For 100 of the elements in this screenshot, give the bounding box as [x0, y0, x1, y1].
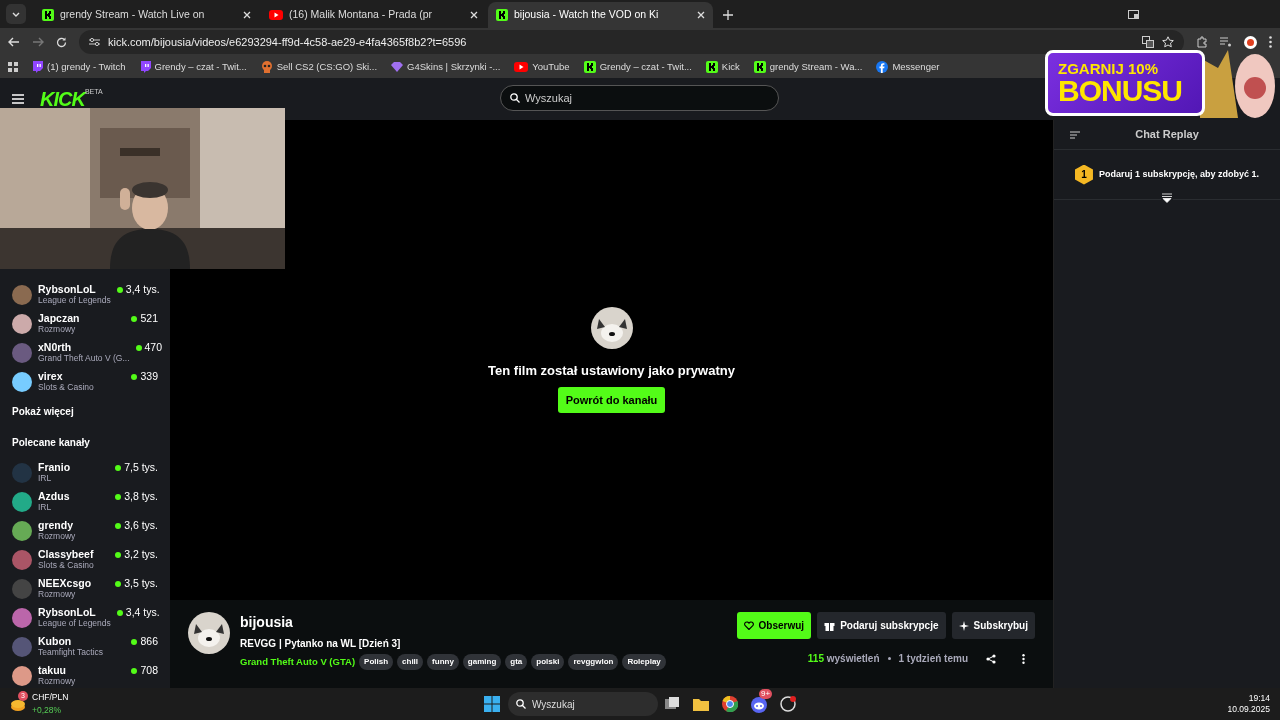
channel-category: League of Legends [38, 295, 111, 306]
live-dot [131, 638, 138, 645]
channel-avatar [12, 462, 32, 483]
currency-change: +0,28% [32, 704, 63, 717]
private-video-message: Ten film został ustawiony jako prywatny [488, 362, 735, 380]
search-icon [516, 699, 526, 709]
currency-pair: CHF/PLN [32, 691, 69, 704]
bookmark[interactable]: Kick [705, 59, 740, 75]
tag[interactable]: chill [397, 654, 424, 670]
browser-tab[interactable]: (16) Malik Montana - Prada (pr [261, 2, 486, 28]
channel-avatar [12, 549, 32, 570]
channel-avatar-icon [188, 612, 230, 654]
gift-icon [824, 620, 836, 631]
tag[interactable]: revggwlon [568, 654, 619, 670]
viewer-count: 3,2 tys. [124, 547, 158, 562]
browser-tab[interactable]: bijousia - Watch the VOD on Ki [488, 2, 713, 28]
channel-name: virex [38, 370, 64, 383]
gem-icon [391, 62, 404, 72]
channel-avatar [12, 636, 32, 657]
bookmark[interactable]: Sell CS2 (CS:GO) Ski... [260, 59, 378, 75]
heart-icon [743, 621, 754, 630]
forward-arrow-icon [32, 37, 44, 47]
taskbar-search[interactable]: Wyszukaj [508, 692, 658, 716]
channel-name: RybsonLoL [38, 606, 96, 619]
kick-logo-icon [583, 61, 596, 73]
channel-name[interactable]: bijousia [240, 612, 666, 633]
address-bar[interactable]: kick.com/bijousia/videos/e6293294-ff9d-4c58-ae29-e4fa4365f8b2?t=6596 [79, 30, 1184, 54]
channel-avatar [12, 607, 32, 628]
browser-tab[interactable]: grendy Stream - Watch Live on [34, 2, 259, 28]
twitch-logo-icon [32, 61, 43, 73]
chevron-down-icon [12, 11, 20, 17]
channel-name: RybsonLoL [38, 283, 96, 296]
tab-list-button[interactable] [6, 4, 26, 24]
live-dot [115, 522, 122, 529]
folder-icon [693, 696, 709, 712]
reload-icon [56, 36, 67, 48]
channel-avatar [12, 520, 32, 541]
ad-banner[interactable]: ZGARNIJ 10% BONUSU [1045, 50, 1205, 116]
tag[interactable]: gta [505, 654, 528, 670]
gift-goal-text: Podaruj 1 subskrypcję, aby zdobyć 1. [1098, 167, 1260, 181]
facebook-logo-icon [876, 61, 889, 73]
tag[interactable]: Polish [359, 654, 394, 670]
site-settings-icon [89, 37, 100, 47]
subscribe-button[interactable]: Subskrybuj [951, 612, 1035, 639]
channel-category: Slots & Casino [38, 382, 94, 393]
star-icon [1162, 36, 1174, 48]
search-field[interactable]: Wyszukaj [500, 85, 779, 111]
kick-logo-icon [496, 9, 508, 21]
channel-category: League of Legends [38, 618, 111, 629]
live-dot [131, 373, 138, 380]
viewer-count: 3,4 tys. [125, 282, 160, 297]
show-more-link[interactable]: Pokaż więcej [0, 396, 170, 427]
gift-subscription-button[interactable]: Podaruj subskrypcje [817, 612, 946, 639]
close-icon [470, 11, 478, 19]
bookmark[interactable]: Grendy – czat - Twit... [583, 59, 692, 75]
bookmark[interactable]: YouTube [514, 59, 570, 75]
channel-category: IRL [38, 473, 53, 484]
close-icon [697, 11, 705, 19]
bookmark[interactable]: G4Skins | Skrzynki -... [391, 59, 501, 75]
tag[interactable]: polski [531, 654, 565, 670]
tag[interactable]: funny [427, 654, 459, 670]
bookmark[interactable]: (1) grendy - Twitch [32, 59, 126, 75]
channel-name: Franio [38, 461, 71, 474]
tag[interactable]: gaming [462, 654, 502, 670]
clock-time: 19:14 [1247, 692, 1270, 704]
follow-button[interactable]: Obserwuj [736, 612, 812, 639]
channel-name: takuu [38, 664, 67, 677]
live-dot [131, 667, 138, 674]
sparkle-icon [958, 620, 969, 631]
section-heading: Polecane kanały [11, 436, 91, 450]
live-dot [116, 286, 123, 293]
youtube-logo-icon [269, 10, 283, 20]
channel-avatar [12, 342, 32, 363]
kick-logo[interactable]: KICK [40, 90, 85, 108]
chat-title: Chat Replay [1135, 127, 1199, 143]
bookmark[interactable]: Grendy – czat - Twit... [139, 59, 247, 75]
viewer-count: 521 [140, 311, 158, 326]
kick-logo-icon [705, 61, 718, 73]
live-dot [115, 464, 122, 471]
channel-name: Classybeef [38, 548, 94, 561]
tag[interactable]: Roleplay [622, 654, 666, 670]
viewer-count: 3,5 tys. [124, 576, 158, 591]
close-icon [243, 11, 251, 19]
channel-avatar [12, 491, 32, 512]
viewer-count: 3,4 tys. [125, 605, 160, 620]
channel-name: xN0rth [38, 341, 73, 354]
upload-age: 1 tydzień temu [898, 652, 968, 666]
live-dot [115, 493, 122, 500]
back-to-channel-button[interactable]: Powrót do kanału [557, 386, 666, 413]
more-icon [1022, 654, 1025, 665]
channel-category: Rozmowy [38, 589, 77, 600]
bookmark[interactable]: grendy Stream - Wa... [753, 59, 863, 75]
live-dot [116, 609, 123, 616]
bookmark[interactable]: Messenger [876, 59, 940, 75]
viewer-count: 708 [140, 663, 158, 678]
more-options-button[interactable] [1022, 651, 1025, 666]
channel-avatar [12, 578, 32, 599]
channel-category: Rozmowy [38, 324, 77, 335]
category-link[interactable]: Grand Theft Auto V (GTA) [240, 654, 356, 670]
channel-name: Kubon [38, 635, 73, 648]
